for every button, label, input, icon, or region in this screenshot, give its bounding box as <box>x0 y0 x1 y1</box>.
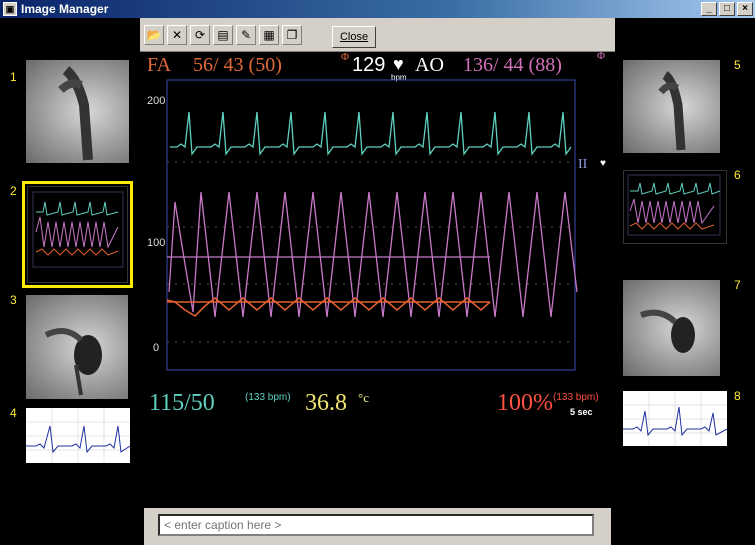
thumb-number-6: 6 <box>734 168 741 182</box>
rotate-icon[interactable]: ⟳ <box>190 24 210 45</box>
open-folder-icon[interactable]: 📂 <box>144 24 164 45</box>
right-thumbnail-column: 5 6 7 8 <box>615 18 755 545</box>
close-button[interactable]: Close <box>332 26 376 48</box>
thumb-number-4: 4 <box>10 406 17 420</box>
copy-icon[interactable]: ❐ <box>282 24 302 45</box>
thumbnail-5[interactable] <box>623 60 720 153</box>
thumbnail-4[interactable] <box>26 408 130 463</box>
thumbnail-1[interactable] <box>26 60 129 163</box>
minimize-button[interactable]: _ <box>701 2 717 16</box>
nibp-heart-rate: (133 bpm) <box>245 392 291 403</box>
thumb-number-5: 5 <box>734 58 741 72</box>
thumb-number-3: 3 <box>10 293 17 307</box>
waveform-svg <box>166 79 578 371</box>
ao-pressure-trace <box>167 191 578 318</box>
title-bar: ▣ Image Manager _ □ × <box>0 0 755 18</box>
thumb-number-7: 7 <box>734 278 741 292</box>
thumbnail-8[interactable] <box>623 391 727 446</box>
thumbnail-6[interactable] <box>623 170 727 244</box>
caption-input[interactable] <box>158 514 594 536</box>
thumbnail-3[interactable] <box>26 295 128 399</box>
app-icon: ▣ <box>3 2 17 16</box>
spo2-value: 100% <box>497 390 553 416</box>
spo2-heart-rate: (133 bpm) <box>553 392 599 403</box>
caption-area <box>144 508 611 545</box>
export-icon[interactable]: ▦ <box>259 24 279 45</box>
maximize-button[interactable]: □ <box>719 2 735 16</box>
toolbar: 📂 ✕ ⟳ ▤ ✎ ▦ ❐ Close <box>140 18 615 52</box>
nibp-value: 115/50 <box>149 390 215 416</box>
temperature-value: 36.8 <box>305 390 347 416</box>
close-window-button[interactable]: × <box>737 2 753 16</box>
ecg-trace <box>170 111 572 156</box>
thumb-number-2: 2 <box>10 184 17 198</box>
delete-icon[interactable]: ✕ <box>167 24 187 45</box>
thumb-number-8: 8 <box>734 389 741 403</box>
left-thumbnail-column: 1 2 3 4 <box>0 18 140 545</box>
edit-pencil-icon[interactable]: ✎ <box>236 24 256 45</box>
thumbnail-2[interactable] <box>22 181 133 288</box>
window-title: Image Manager <box>21 2 109 16</box>
print-icon[interactable]: ▤ <box>213 24 233 45</box>
sweep-speed: 5 sec <box>570 407 593 417</box>
temperature-unit: °c <box>358 390 369 405</box>
window-controls: _ □ × <box>701 2 753 16</box>
thumbnail-7[interactable] <box>623 280 720 376</box>
thumb-number-1: 1 <box>10 70 17 84</box>
main-panel: 📂 ✕ ⟳ ▤ ✎ ▦ ❐ Close FA 56/ 43 (50) Φ 129… <box>140 18 615 545</box>
hemodynamic-monitor-image: FA 56/ 43 (50) Φ 129 ♥ bpm AO 136/ 44 (8… <box>145 50 610 420</box>
